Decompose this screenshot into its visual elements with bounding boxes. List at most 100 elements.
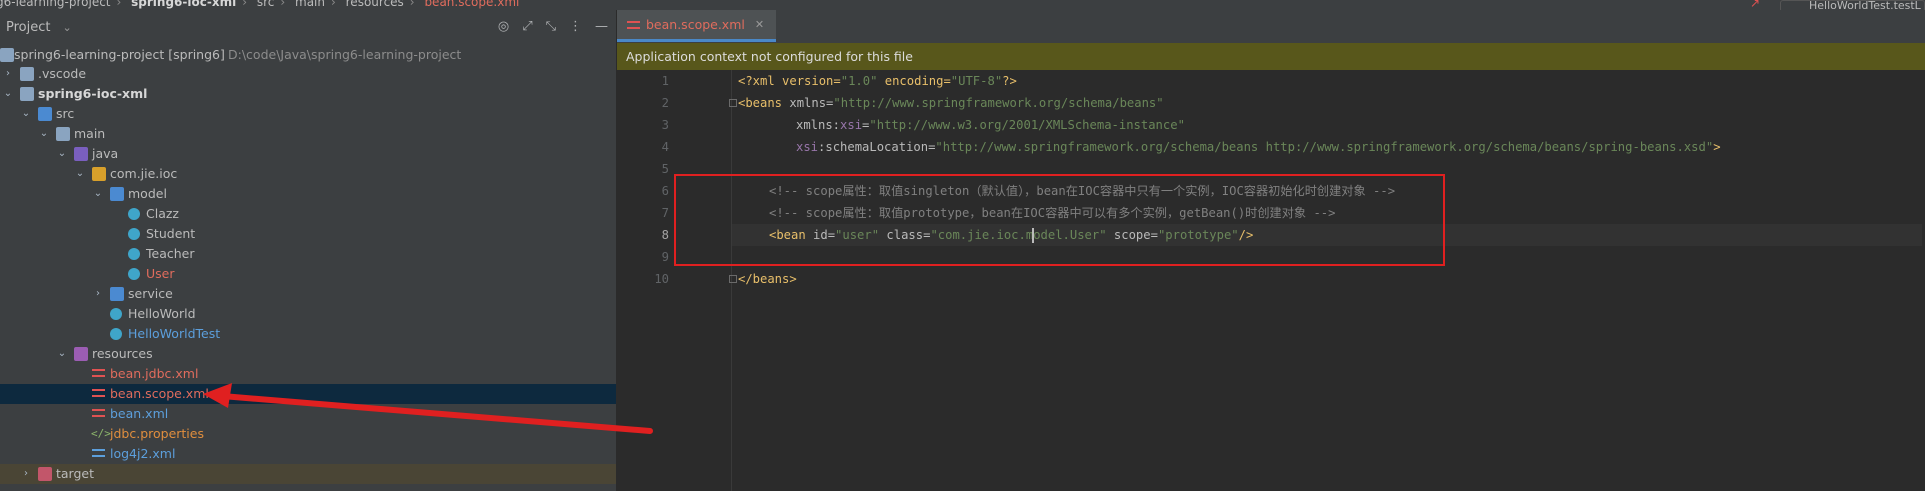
- tab-bean-scope-xml[interactable]: bean.scope.xml ✕: [617, 10, 777, 42]
- tree-item-label: model: [128, 186, 167, 201]
- class-icon: [128, 208, 140, 220]
- tree-item-label: spring6-learning-project [spring6]: [14, 47, 225, 62]
- build-hammer-icon[interactable]: ↗: [1750, 0, 1760, 10]
- tree-item-main[interactable]: ⌄ main: [0, 124, 616, 144]
- notification-banner: Application context not configured for t…: [617, 43, 1925, 70]
- tree-item-label: resources: [92, 346, 153, 361]
- tree-item-label: Clazz: [146, 206, 179, 221]
- tree-item-student[interactable]: Student: [0, 224, 616, 244]
- expand-all-icon[interactable]: ⤢: [522, 19, 532, 34]
- line-number: 7: [661, 206, 669, 220]
- properties-file-icon: </>: [91, 427, 111, 440]
- tree-item-log4j2-xml[interactable]: log4j2.xml: [0, 444, 616, 464]
- project-view-selector[interactable]: Project ⌄: [6, 20, 72, 35]
- tree-item-bean-scope-xml[interactable]: bean.scope.xml: [0, 384, 616, 404]
- breadcrumb-item[interactable]: main: [295, 0, 325, 9]
- class-icon: [110, 328, 122, 340]
- tree-item-bean-jdbc-xml[interactable]: bean.jdbc.xml: [0, 364, 616, 384]
- tree-item-label: com.jie.ioc: [110, 166, 178, 181]
- line-number: 1: [661, 74, 669, 88]
- target-icon[interactable]: ◎: [498, 19, 509, 34]
- module-folder-icon: [20, 87, 34, 101]
- tree-item-label: service: [128, 286, 173, 301]
- tree-item-label: HelloWorldTest: [128, 326, 221, 341]
- tree-item-jdbc-properties[interactable]: </> jdbc.properties: [0, 424, 616, 444]
- editor-tabs: bean.scope.xml ✕: [617, 10, 1925, 44]
- line-number: 4: [661, 140, 669, 154]
- line-number: 2: [661, 96, 669, 110]
- project-tree: spring6-learning-project [spring6] D:\co…: [0, 46, 616, 484]
- tree-item-root[interactable]: spring6-learning-project [spring6] D:\co…: [0, 46, 616, 64]
- tree-item-label: bean.scope.xml: [110, 386, 209, 401]
- breadcrumb-current[interactable]: bean.scope.xml: [424, 0, 519, 9]
- close-icon[interactable]: ✕: [755, 10, 764, 40]
- tree-item-label: .vscode: [38, 66, 87, 81]
- line-number: 5: [661, 162, 669, 176]
- run-configuration-selector[interactable]: HelloWorldTest.testL: [1780, 0, 1925, 10]
- line-number-gutter: 1 2 3 4 5 6 7 8 9 10: [617, 70, 675, 491]
- chevron-down-icon[interactable]: ⌄: [92, 184, 104, 204]
- chevron-down-icon: ⌄: [62, 21, 72, 34]
- tab-label: bean.scope.xml: [646, 16, 745, 32]
- folder-icon: [38, 107, 52, 121]
- chevron-down-icon[interactable]: ⌄: [74, 164, 86, 184]
- code-line: </beans>: [738, 272, 797, 286]
- code-line: xsi:schemaLocation="http://www.springfra…: [796, 140, 1721, 154]
- project-panel: Project ⌄ ◎ ⤢ ⤡ ⋮ — spring6-learning-proj…: [0, 10, 617, 491]
- resources-folder-icon: [74, 347, 88, 361]
- chevron-down-icon[interactable]: ⌄: [20, 104, 32, 124]
- chevron-down-icon[interactable]: ⌄: [38, 124, 50, 144]
- line-number: 6: [661, 184, 669, 198]
- xml-file-icon: [92, 389, 105, 397]
- breadcrumb-item[interactable]: g6-learning-project: [0, 0, 111, 9]
- tree-item-model[interactable]: ⌄ model: [0, 184, 616, 204]
- chevron-down-icon[interactable]: ⌄: [2, 84, 14, 104]
- chevron-right-icon[interactable]: ›: [92, 284, 104, 304]
- tree-item-label: User: [146, 266, 175, 281]
- class-icon: [128, 268, 140, 280]
- tree-item-label: main: [74, 126, 106, 141]
- tree-item-java[interactable]: ⌄ java: [0, 144, 616, 164]
- code-line: xmlns:xsi="http://www.w3.org/2001/XMLSch…: [796, 118, 1185, 132]
- tree-item-service[interactable]: › service: [0, 284, 616, 304]
- class-icon: [128, 248, 140, 260]
- xml-file-icon: [627, 20, 640, 29]
- code-editor[interactable]: 1 2 3 4 5 6 7 8 9 10 <?xml version="1.0"…: [617, 70, 1925, 491]
- source-root-icon: [74, 147, 88, 161]
- package-icon: [110, 187, 124, 201]
- tree-item-user[interactable]: User: [0, 264, 616, 284]
- folder-icon: [20, 67, 34, 81]
- collapse-all-icon[interactable]: ⤡: [546, 19, 556, 34]
- project-panel-header: Project ⌄ ◎ ⤢ ⤡ ⋮ —: [0, 10, 616, 50]
- tree-item-clazz[interactable]: Clazz: [0, 204, 616, 224]
- annotation-highlight-box: [674, 174, 1445, 266]
- folder-icon: [56, 127, 70, 141]
- tree-item-resources[interactable]: ⌄ resources: [0, 344, 616, 364]
- project-title: Project: [6, 20, 51, 35]
- tree-item-label: bean.jdbc.xml: [110, 366, 199, 381]
- tree-item-module[interactable]: ⌄ spring6-ioc-xml: [0, 84, 616, 104]
- tree-item-target[interactable]: › target: [0, 464, 616, 484]
- tree-item-label: src: [56, 106, 75, 121]
- breadcrumb-item[interactable]: resources: [346, 0, 404, 9]
- tree-item-helloworld[interactable]: HelloWorld: [0, 304, 616, 324]
- tree-item-label: HelloWorld: [128, 306, 196, 321]
- chevron-right-icon[interactable]: ›: [20, 464, 32, 484]
- tree-item-package[interactable]: ⌄ com.jie.ioc: [0, 164, 616, 184]
- breadcrumb-item[interactable]: spring6-ioc-xml: [131, 0, 236, 9]
- breadcrumb-item[interactable]: src: [257, 0, 275, 9]
- xml-file-icon: [92, 449, 105, 457]
- class-icon: [128, 228, 140, 240]
- tree-item-vscode[interactable]: › .vscode: [0, 64, 616, 84]
- code-line: <beans xmlns="http://www.springframework…: [738, 96, 1164, 110]
- chevron-right-icon[interactable]: ›: [2, 64, 14, 84]
- more-options-icon[interactable]: ⋮: [569, 19, 582, 34]
- tree-item-bean-xml[interactable]: bean.xml: [0, 404, 616, 424]
- project-path: D:\code\Java\spring6-learning-project: [228, 47, 462, 62]
- tree-item-helloworldtest[interactable]: HelloWorldTest: [0, 324, 616, 344]
- hide-panel-icon[interactable]: —: [595, 19, 608, 34]
- chevron-down-icon[interactable]: ⌄: [56, 344, 68, 364]
- chevron-down-icon[interactable]: ⌄: [56, 144, 68, 164]
- tree-item-teacher[interactable]: Teacher: [0, 244, 616, 264]
- tree-item-src[interactable]: ⌄ src: [0, 104, 616, 124]
